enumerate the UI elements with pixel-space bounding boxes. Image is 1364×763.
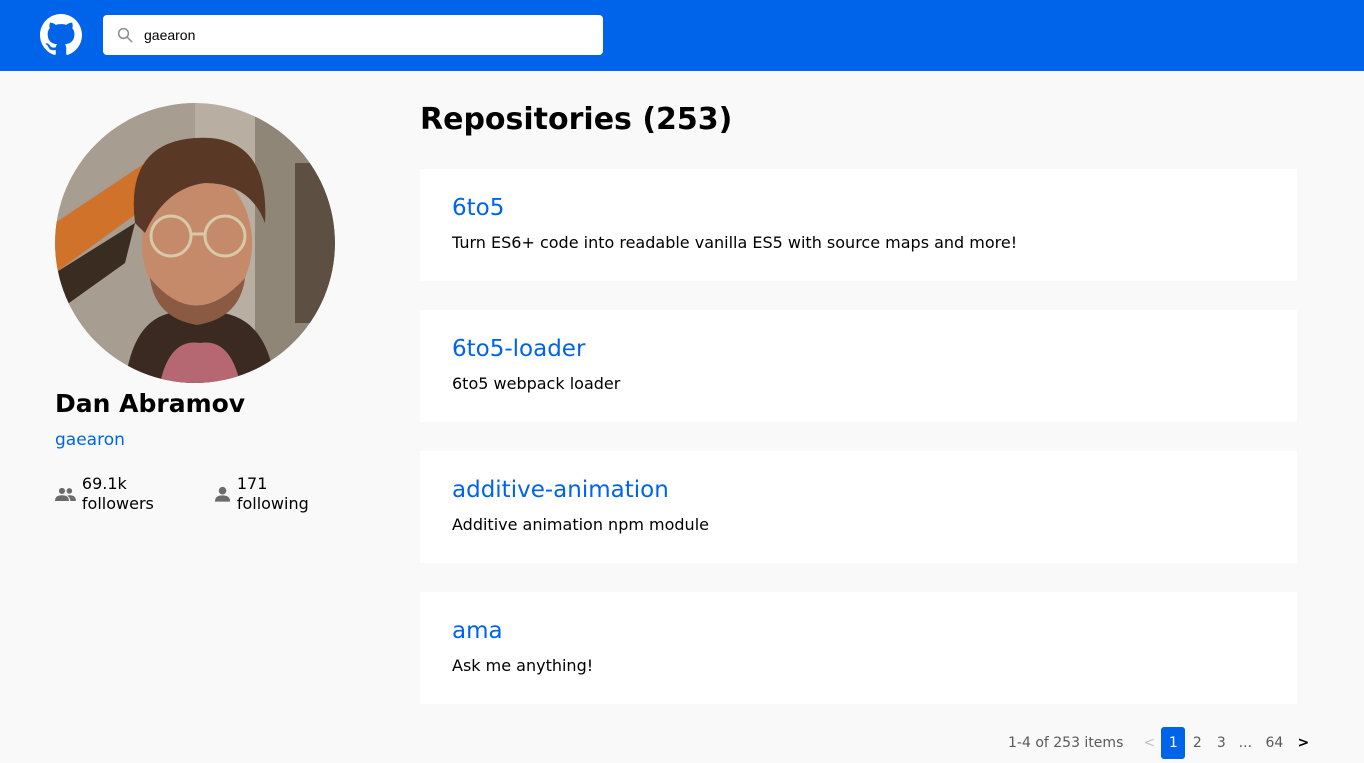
person-icon <box>214 486 230 502</box>
pagination-page-3[interactable]: 3 <box>1209 727 1233 759</box>
top-header <box>0 0 1364 71</box>
following-count: 171 following <box>236 474 309 513</box>
repo-description: Additive animation npm module <box>452 515 709 534</box>
github-logo-icon[interactable] <box>40 14 82 56</box>
repositories-title: Repositories (253) <box>420 102 733 137</box>
repo-description: 6to5 webpack loader <box>452 374 621 393</box>
repo-name-link[interactable]: 6to5 <box>452 194 1265 222</box>
repo-card: 6to5-loader 6to5 webpack loader <box>420 310 1297 422</box>
repo-card: additive-animation Additive animation np… <box>420 451 1297 563</box>
repo-name-link[interactable]: ama <box>452 617 1265 645</box>
repo-description: Ask me anything! <box>452 656 594 675</box>
profile-sidebar: Dan Abramov gaearon 69.1k followers 171 … <box>55 103 355 514</box>
search-box <box>103 15 603 55</box>
pagination-page-2[interactable]: 2 <box>1185 727 1209 759</box>
pagination-ellipsis[interactable]: ... <box>1233 727 1257 759</box>
repo-name-link[interactable]: additive-animation <box>452 476 1265 504</box>
pagination: 1-4 of 253 items < 1 2 3 ... 64 > <box>1008 727 1315 759</box>
repo-description: Turn ES6+ code into readable vanilla ES5… <box>452 233 1018 252</box>
followers-stat: 69.1k followers <box>55 474 198 514</box>
pagination-prev-button[interactable]: < <box>1137 727 1161 759</box>
repo-name-link[interactable]: 6to5-loader <box>452 335 1265 363</box>
pagination-next-button[interactable]: > <box>1291 727 1315 759</box>
people-icon <box>55 487 76 501</box>
follow-stats: 69.1k followers 171 following <box>55 474 355 514</box>
search-icon <box>117 27 133 43</box>
user-login-link[interactable]: gaearon <box>55 430 355 450</box>
pagination-total: 1-4 of 253 items <box>1008 735 1124 751</box>
avatar <box>55 103 335 383</box>
repo-card: ama Ask me anything! <box>420 592 1297 704</box>
following-stat: 171 following <box>214 474 339 514</box>
repositories-section: Repositories (253) 6to5 Turn ES6+ code i… <box>420 100 1297 733</box>
pagination-page-1[interactable]: 1 <box>1161 727 1186 759</box>
followers-count: 69.1k followers <box>81 474 154 513</box>
user-name: Dan Abramov <box>55 389 246 418</box>
search-input[interactable] <box>144 15 594 55</box>
repo-card: 6to5 Turn ES6+ code into readable vanill… <box>420 169 1297 281</box>
pagination-page-64[interactable]: 64 <box>1257 727 1291 759</box>
